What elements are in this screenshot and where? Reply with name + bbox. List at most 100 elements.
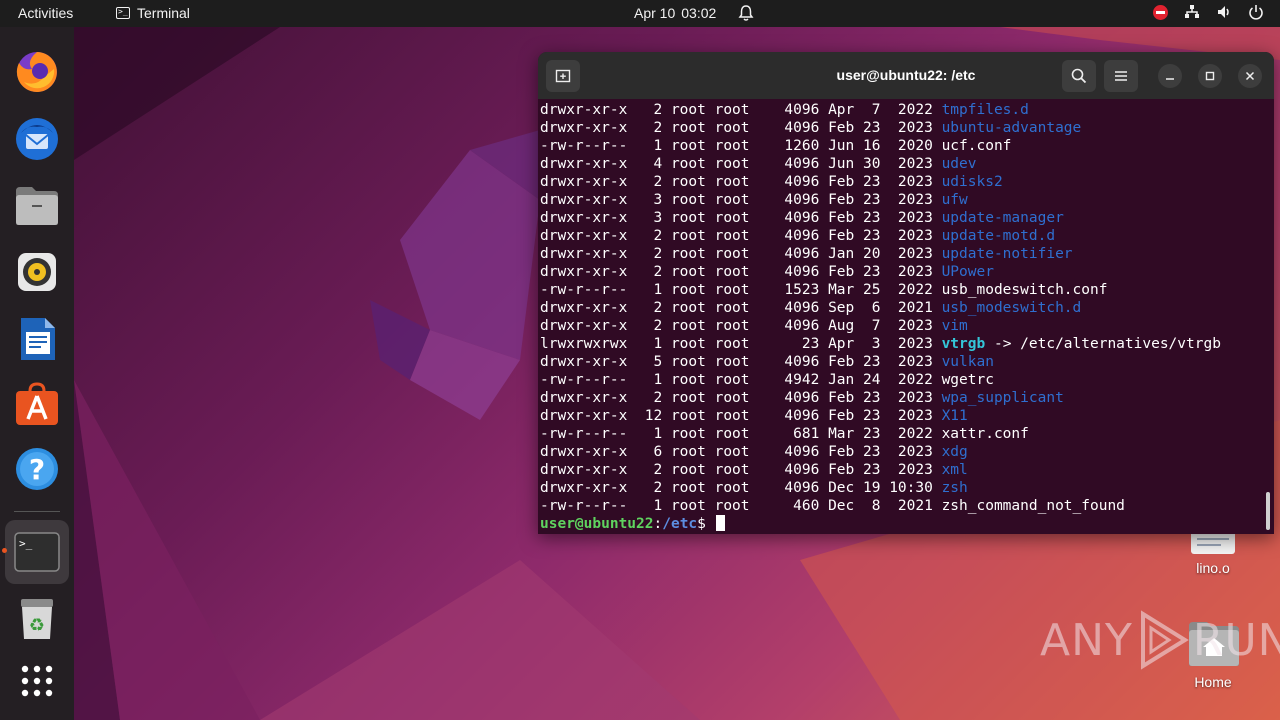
anyrun-watermark: ANY RUN <box>1040 610 1280 670</box>
terminal-scrollbar[interactable] <box>1266 492 1270 530</box>
prompt-separator: : <box>653 516 663 532</box>
close-button[interactable] <box>1238 64 1262 88</box>
listing-row-meta: lrwxrwxrwx 1 root root 23 Apr 3 2023 <box>540 336 942 352</box>
maximize-button[interactable] <box>1198 64 1222 88</box>
listing-row-filename: update-manager <box>941 210 1064 226</box>
dock-show-applications[interactable] <box>5 649 69 713</box>
trash-icon: ♻ <box>21 599 53 639</box>
help-icon: ? <box>16 448 58 490</box>
listing-row: -rw-r--r-- 1 root root 681 Mar 23 2022 x… <box>540 425 1262 443</box>
listing-row: drwxr-xr-x 4 root root 4096 Jun 30 2023 … <box>540 155 1262 173</box>
listing-row-meta: drwxr-xr-x 2 root root 4096 Dec 19 10:30 <box>540 480 942 496</box>
listing-row-filename: tmpfiles.d <box>941 102 1029 118</box>
search-button[interactable] <box>1062 60 1096 92</box>
svg-text:♻: ♻ <box>29 615 45 636</box>
listing-row-filename: wgetrc <box>941 372 994 388</box>
listing-row-meta: drwxr-xr-x 3 root root 4096 Feb 23 2023 <box>540 192 942 208</box>
dock-help[interactable]: ? <box>5 437 69 501</box>
listing-row-meta: drwxr-xr-x 2 root root 4096 Feb 23 2023 <box>540 264 942 280</box>
prompt-user: user@ubuntu22 <box>540 516 654 532</box>
watermark-text-right: RUN <box>1192 614 1280 666</box>
listing-row-meta: drwxr-xr-x 2 root root 4096 Jan 20 2023 <box>540 246 942 262</box>
minimize-icon <box>1166 78 1174 80</box>
listing-row: drwxr-xr-x 2 root root 4096 Feb 23 2023 … <box>540 263 1262 281</box>
dock-terminal[interactable]: >_ <box>2 520 69 584</box>
listing-row: lrwxrwxrwx 1 root root 23 Apr 3 2023 vtr… <box>540 335 1262 353</box>
desktop-icon-label: Home <box>1194 674 1232 690</box>
minimize-button[interactable] <box>1158 64 1182 88</box>
dock-files[interactable] <box>5 174 69 238</box>
prompt-symbol: $ <box>697 516 715 532</box>
activities-button[interactable]: Activities <box>18 5 73 21</box>
listing-row-filename: zsh <box>941 480 968 496</box>
dock: ? >_ ♻ <box>0 27 74 720</box>
firefox-icon <box>16 52 57 92</box>
listing-row: drwxr-xr-x 2 root root 4096 Aug 7 2023 v… <box>540 317 1262 335</box>
listing-row-filename: update-notifier <box>941 246 1073 262</box>
listing-row-meta: -rw-r--r-- 1 root root 1523 Mar 25 2022 <box>540 282 942 298</box>
files-icon <box>16 187 58 225</box>
terminal-header-bar[interactable]: user@ubuntu22: /etc <box>538 52 1274 99</box>
desktop-icon-label: lino.o <box>1196 560 1230 576</box>
listing-row-meta: drwxr-xr-x 2 root root 4096 Feb 23 2023 <box>540 462 942 478</box>
clock[interactable]: Apr 10 03:02 <box>634 5 716 21</box>
listing-row-filename: usb_modeswitch.conf <box>941 282 1108 298</box>
listing-row: drwxr-xr-x 2 root root 4096 Feb 23 2023 … <box>540 119 1262 137</box>
listing-row-filename: xdg <box>941 444 968 460</box>
listing-row-filename: ucf.conf <box>941 138 1012 154</box>
dock-software-center[interactable] <box>5 372 69 436</box>
app-menu-label: Terminal <box>137 5 190 21</box>
listing-row-filename: udisks2 <box>941 174 1003 190</box>
listing-row-filename: xml <box>941 462 968 478</box>
listing-row-meta: -rw-r--r-- 1 root root 4942 Jan 24 2022 <box>540 372 942 388</box>
rhythmbox-icon <box>18 253 56 291</box>
system-tray[interactable] <box>1153 4 1264 20</box>
listing-row-filename: zsh_command_not_found <box>941 498 1125 514</box>
close-icon <box>1245 71 1255 81</box>
svg-text:?: ? <box>29 453 45 486</box>
listing-row-meta: drwxr-xr-x 4 root root 4096 Jun 30 2023 <box>540 156 942 172</box>
listing-row-filename: usb_modeswitch.d <box>941 300 1082 316</box>
dock-trash[interactable]: ♻ <box>5 587 69 651</box>
dock-firefox[interactable] <box>5 40 69 104</box>
network-icon[interactable] <box>1184 4 1200 20</box>
listing-row-filename: update-motd.d <box>941 228 1056 244</box>
running-indicator <box>2 548 7 553</box>
listing-row: drwxr-xr-x 6 root root 4096 Feb 23 2023 … <box>540 443 1262 461</box>
app-grid-icon <box>21 665 53 697</box>
search-icon <box>1071 68 1087 84</box>
stop-icon[interactable] <box>1153 4 1168 20</box>
prompt-path: /etc <box>662 516 698 532</box>
dock-separator <box>14 511 60 512</box>
terminal-output[interactable]: drwxr-xr-x 2 root root 4096 Apr 7 2022 t… <box>540 101 1262 534</box>
top-bar: Activities >_ Terminal Apr 10 03:02 <box>0 0 1280 27</box>
listing-row: drwxr-xr-x 2 root root 4096 Feb 23 2023 … <box>540 389 1262 407</box>
listing-row: -rw-r--r-- 1 root root 1523 Mar 25 2022 … <box>540 281 1262 299</box>
listing-row-meta: drwxr-xr-x 2 root root 4096 Feb 23 2023 <box>540 228 942 244</box>
app-menu[interactable]: >_ Terminal <box>116 5 190 21</box>
listing-row-meta: drwxr-xr-x 3 root root 4096 Feb 23 2023 <box>540 210 942 226</box>
listing-row-filename: wpa_supplicant <box>941 390 1064 406</box>
notification-bell-icon[interactable] <box>738 4 754 25</box>
power-icon[interactable] <box>1248 4 1264 20</box>
dock-rhythmbox[interactable] <box>5 240 69 304</box>
listing-row-filename: X11 <box>941 408 968 424</box>
listing-row-meta: drwxr-xr-x 2 root root 4096 Feb 23 2023 <box>540 390 942 406</box>
play-logo-icon <box>1140 610 1189 670</box>
listing-row-filename: vim <box>941 318 968 334</box>
listing-row-meta: drwxr-xr-x 2 root root 4096 Feb 23 2023 <box>540 120 942 136</box>
listing-row: drwxr-xr-x 5 root root 4096 Feb 23 2023 … <box>540 353 1262 371</box>
menu-button[interactable] <box>1104 60 1138 92</box>
clock-date: Apr 10 <box>634 5 676 21</box>
listing-row-filename: UPower <box>941 264 994 280</box>
listing-row: drwxr-xr-x 3 root root 4096 Feb 23 2023 … <box>540 191 1262 209</box>
listing-row: drwxr-xr-x 2 root root 4096 Feb 23 2023 … <box>540 461 1262 479</box>
listing-row: -rw-r--r-- 1 root root 1260 Jun 16 2020 … <box>540 137 1262 155</box>
dock-thunderbird[interactable] <box>5 107 69 171</box>
terminal-window[interactable]: user@ubuntu22: /etc drwxr-xr-x 2 root ro… <box>538 52 1274 534</box>
volume-icon[interactable] <box>1216 4 1232 20</box>
shell-prompt[interactable]: user@ubuntu22:/etc$ <box>540 515 1262 533</box>
listing-row-filename: ufw <box>941 192 968 208</box>
listing-row-meta: drwxr-xr-x 2 root root 4096 Feb 23 2023 <box>540 174 942 190</box>
dock-libreoffice-writer[interactable] <box>5 307 69 371</box>
